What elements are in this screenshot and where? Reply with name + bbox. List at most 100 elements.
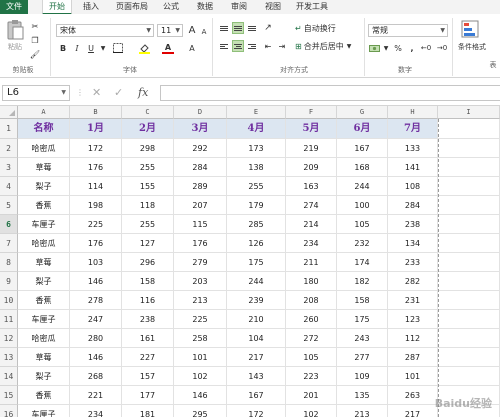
value-cell[interactable]: 295 [174, 405, 227, 417]
value-cell[interactable]: 168 [337, 158, 388, 177]
paste-icon[interactable] [4, 18, 26, 42]
value-cell[interactable]: 176 [174, 234, 227, 253]
value-cell[interactable]: 210 [227, 310, 286, 329]
value-cell[interactable]: 225 [174, 310, 227, 329]
value-cell[interactable]: 101 [388, 367, 438, 386]
value-cell[interactable]: 201 [286, 386, 337, 405]
value-cell[interactable]: 104 [227, 329, 286, 348]
fruit-name-cell[interactable]: 哈密瓜 [18, 234, 70, 253]
increase-decimal-icon[interactable]: ←0 [420, 42, 432, 54]
table-header-cell[interactable]: 6月 [337, 119, 388, 139]
value-cell[interactable]: 167 [227, 386, 286, 405]
column-header-d[interactable]: D [174, 106, 227, 119]
value-cell[interactable]: 244 [227, 272, 286, 291]
value-cell[interactable]: 208 [286, 291, 337, 310]
formula-input[interactable] [160, 85, 500, 101]
row-header-1[interactable]: 1 [0, 119, 18, 139]
value-cell[interactable]: 173 [227, 139, 286, 158]
empty-cell[interactable] [438, 215, 500, 234]
value-cell[interactable]: 123 [388, 310, 438, 329]
fruit-name-cell[interactable]: 香蕉 [18, 386, 70, 405]
grow-font-button[interactable]: A [186, 24, 198, 36]
value-cell[interactable]: 118 [122, 196, 174, 215]
column-header-f[interactable]: F [286, 106, 337, 119]
fruit-name-cell[interactable]: 车厘子 [18, 405, 70, 417]
value-cell[interactable]: 284 [388, 196, 438, 215]
chevron-down-icon[interactable]: ▼ [97, 42, 109, 54]
value-cell[interactable]: 109 [337, 367, 388, 386]
value-cell[interactable]: 277 [337, 348, 388, 367]
column-header-e[interactable]: E [227, 106, 286, 119]
value-cell[interactable]: 244 [337, 177, 388, 196]
fruit-name-cell[interactable]: 哈密瓜 [18, 139, 70, 158]
tab-view[interactable]: 视图 [260, 0, 286, 14]
value-cell[interactable]: 279 [174, 253, 227, 272]
value-cell[interactable]: 255 [227, 177, 286, 196]
align-top-icon[interactable] [218, 22, 230, 34]
conditional-format-button[interactable]: 条件格式 [454, 42, 490, 52]
conditional-format-icon[interactable] [458, 18, 482, 40]
value-cell[interactable]: 203 [174, 272, 227, 291]
value-cell[interactable]: 263 [388, 386, 438, 405]
tab-developer[interactable]: 开发工具 [292, 0, 332, 14]
column-header-a[interactable]: A [18, 106, 70, 119]
table-header-cell[interactable]: 3月 [174, 119, 227, 139]
currency-icon[interactable] [368, 42, 380, 54]
insert-function-button[interactable]: fx [138, 85, 148, 101]
value-cell[interactable]: 174 [337, 253, 388, 272]
value-cell[interactable]: 146 [174, 386, 227, 405]
value-cell[interactable]: 101 [174, 348, 227, 367]
value-cell[interactable]: 214 [286, 215, 337, 234]
value-cell[interactable]: 211 [286, 253, 337, 272]
value-cell[interactable]: 227 [122, 348, 174, 367]
value-cell[interactable]: 158 [337, 291, 388, 310]
fruit-name-cell[interactable]: 草莓 [18, 348, 70, 367]
value-cell[interactable]: 239 [227, 291, 286, 310]
empty-cell[interactable] [438, 177, 500, 196]
empty-cell[interactable] [438, 348, 500, 367]
table-header-cell[interactable]: 2月 [122, 119, 174, 139]
format-painter-icon[interactable]: 🖌 [29, 48, 41, 60]
column-header-i[interactable]: I [438, 106, 500, 119]
value-cell[interactable]: 158 [122, 272, 174, 291]
value-cell[interactable]: 126 [227, 234, 286, 253]
font-size-select[interactable]: 11 ▼ [157, 24, 183, 37]
value-cell[interactable]: 177 [122, 386, 174, 405]
wrap-text-button[interactable]: ↵ 自动换行 [295, 22, 336, 35]
value-cell[interactable]: 172 [70, 139, 122, 158]
paste-button[interactable]: 粘贴 [3, 42, 27, 52]
row-header-9[interactable]: 9 [0, 272, 18, 291]
table-header-cell[interactable]: 1月 [70, 119, 122, 139]
table-header-cell[interactable]: 5月 [286, 119, 337, 139]
value-cell[interactable]: 296 [122, 253, 174, 272]
tab-home[interactable]: 开始 [42, 0, 72, 15]
row-header-10[interactable]: 10 [0, 291, 18, 310]
cut-icon[interactable]: ✂ [29, 20, 41, 32]
table-header-cell[interactable]: 4月 [227, 119, 286, 139]
value-cell[interactable]: 247 [70, 310, 122, 329]
value-cell[interactable]: 179 [227, 196, 286, 215]
cancel-icon[interactable]: ✕ [92, 85, 101, 101]
row-header-8[interactable]: 8 [0, 253, 18, 272]
value-cell[interactable]: 221 [70, 386, 122, 405]
value-cell[interactable]: 268 [70, 367, 122, 386]
phonetic-icon[interactable]: A [186, 42, 198, 54]
merge-center-button[interactable]: ⊞ 合并后居中 ▼ [295, 40, 351, 53]
column-header-b[interactable]: B [70, 106, 122, 119]
tab-review[interactable]: 审阅 [226, 0, 252, 14]
row-header-3[interactable]: 3 [0, 158, 18, 177]
value-cell[interactable]: 298 [122, 139, 174, 158]
value-cell[interactable]: 255 [122, 215, 174, 234]
value-cell[interactable]: 231 [388, 291, 438, 310]
value-cell[interactable]: 143 [227, 367, 286, 386]
name-box[interactable]: L6 ▼ [2, 85, 70, 101]
value-cell[interactable]: 223 [286, 367, 337, 386]
number-format-select[interactable]: 常规 ▼ [368, 24, 448, 37]
value-cell[interactable]: 272 [286, 329, 337, 348]
value-cell[interactable]: 217 [227, 348, 286, 367]
italic-button[interactable]: I [71, 42, 83, 54]
align-bottom-icon[interactable] [246, 22, 258, 34]
value-cell[interactable]: 175 [227, 253, 286, 272]
tab-formulas[interactable]: 公式 [158, 0, 184, 14]
value-cell[interactable]: 135 [337, 386, 388, 405]
